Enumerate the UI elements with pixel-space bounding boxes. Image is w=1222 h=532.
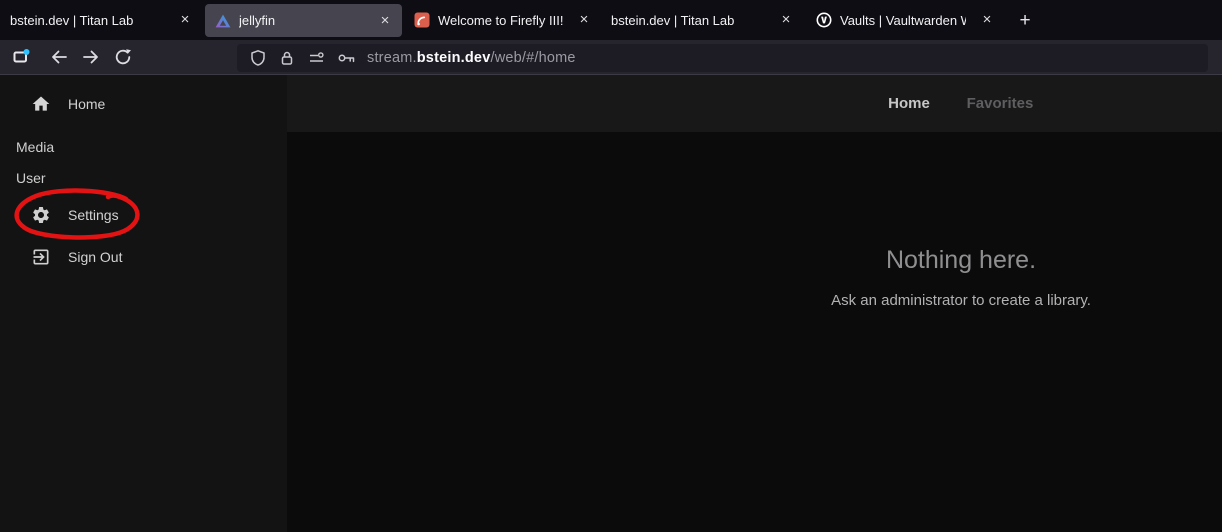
tab-title: bstein.dev | Titan Lab (611, 13, 765, 28)
sidebar-item-sign-out[interactable]: Sign Out (0, 241, 287, 273)
permissions-sliders-icon[interactable] (307, 49, 326, 67)
jellyfin-main-content: Nothing here. Ask an administrator to cr… (287, 132, 1222, 532)
jellyfin-header: Home Favorites (287, 75, 1222, 132)
tab-close-icon[interactable]: × (575, 11, 593, 29)
forward-button[interactable] (76, 43, 106, 71)
sidebar-item-home[interactable]: Home (0, 88, 287, 120)
jellyfin-sidebar-drawer: Home Media User Settings Sign Out (0, 75, 287, 532)
jellyfin-favicon-icon (215, 13, 231, 29)
forward-arrow-icon (81, 47, 101, 67)
gear-icon (31, 205, 51, 225)
tab-close-icon[interactable]: × (376, 12, 394, 30)
url-text[interactable]: stream.bstein.dev/web/#/home (367, 50, 576, 66)
tab-title: bstein.dev | Titan Lab (10, 13, 164, 28)
reload-icon (113, 47, 133, 67)
vaultwarden-favicon-icon (816, 12, 832, 28)
tab-jellyfin[interactable]: jellyfin × (205, 4, 402, 37)
sidebar-item-label: Settings (68, 207, 119, 223)
url-domain: bstein.dev (417, 50, 491, 66)
home-icon (31, 94, 51, 114)
firefox-view-button[interactable] (6, 43, 36, 71)
tab-title: Welcome to Firefly III! » Fir (438, 13, 563, 28)
tab-vaultwarden[interactable]: Vaults | Vaultwarden Web × (806, 0, 1004, 40)
url-bar[interactable]: stream.bstein.dev/web/#/home (237, 44, 1208, 72)
tab-title: Vaults | Vaultwarden Web (840, 13, 966, 28)
reload-button[interactable] (108, 43, 138, 71)
sidebar-item-label: Home (68, 96, 105, 112)
back-arrow-icon (49, 47, 69, 67)
key-icon[interactable] (337, 49, 356, 67)
tracking-protection-shield-icon[interactable] (249, 49, 267, 67)
lock-icon[interactable] (278, 49, 296, 67)
new-tab-button[interactable]: + (1012, 8, 1038, 34)
firefly-favicon-icon (414, 12, 430, 28)
empty-state-title: Nothing here. (561, 246, 1222, 275)
tab-firefly[interactable]: Welcome to Firefly III! » Fir × (404, 0, 601, 40)
header-tab-home[interactable]: Home (885, 75, 933, 132)
tab-title: jellyfin (239, 13, 364, 28)
firefox-view-icon (11, 47, 31, 67)
back-button[interactable] (44, 43, 74, 71)
tab-close-icon[interactable]: × (176, 11, 194, 29)
tab-close-icon[interactable]: × (777, 11, 795, 29)
url-subdomain: stream. (367, 50, 417, 66)
tab-titan-lab-1[interactable]: bstein.dev | Titan Lab × (0, 0, 202, 40)
sidebar-section-media: Media (16, 139, 54, 155)
header-tab-favorites[interactable]: Favorites (965, 75, 1035, 132)
tab-close-icon[interactable]: × (978, 11, 996, 29)
sidebar-item-settings[interactable]: Settings (0, 199, 287, 231)
url-path: /web/#/home (490, 50, 575, 66)
sidebar-item-label: Sign Out (68, 249, 122, 265)
browser-tab-bar: bstein.dev | Titan Lab × jellyfin × Welc… (0, 0, 1222, 40)
empty-state-subtitle: Ask an administrator to create a library… (561, 292, 1222, 309)
sidebar-section-user: User (16, 170, 46, 186)
sign-out-icon (31, 247, 51, 267)
tab-titan-lab-2[interactable]: bstein.dev | Titan Lab × (601, 0, 803, 40)
